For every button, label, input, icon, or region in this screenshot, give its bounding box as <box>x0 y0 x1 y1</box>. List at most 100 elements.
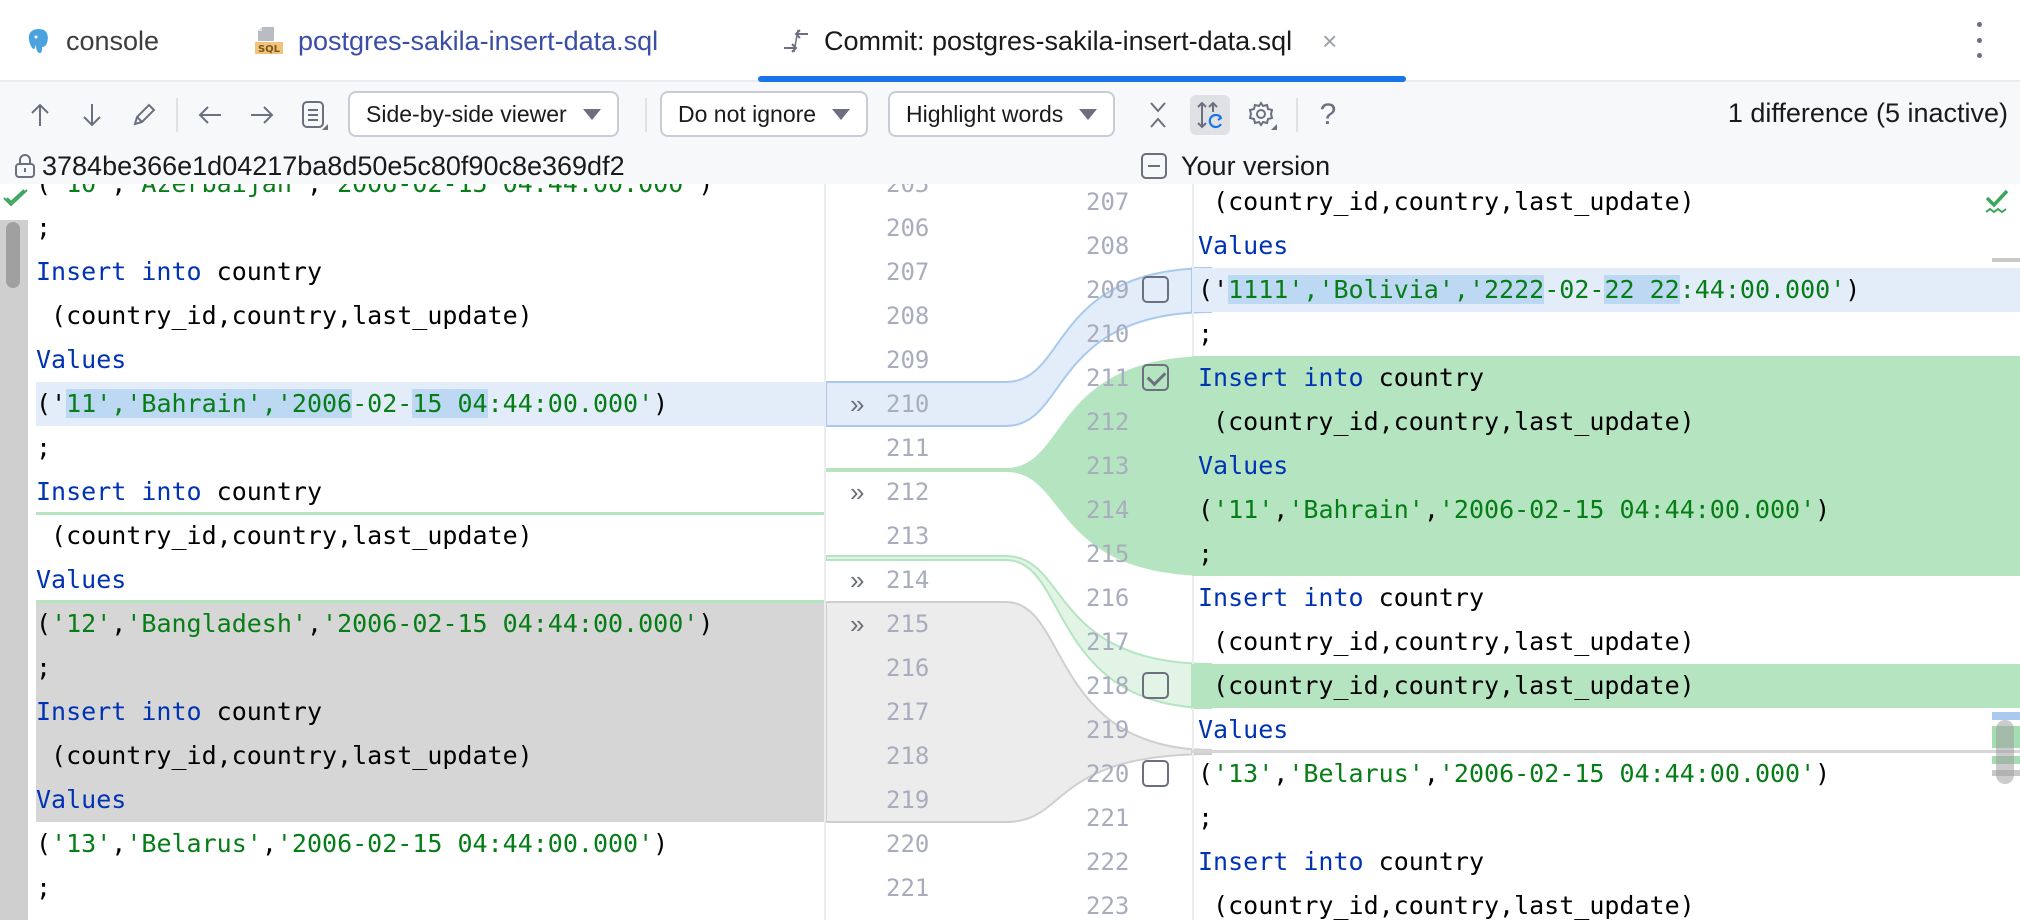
code-line: Values <box>36 558 126 602</box>
keyword-token: Values <box>36 785 127 814</box>
code-token: (country_id,country,last_update) <box>1198 627 1695 656</box>
apply-change-arrow-icon[interactable]: » <box>850 558 864 602</box>
tab-console-label: console <box>66 25 160 56</box>
code-line: (country_id,country,last_update) <box>1198 184 1695 224</box>
code-token: ; <box>36 433 52 462</box>
keyword-token: into <box>1303 583 1364 612</box>
keyword-token: into <box>1303 363 1364 392</box>
keyword-token: Values <box>1198 451 1289 480</box>
code-line: Values <box>36 778 126 822</box>
code-line: ('11','Bahrain','2006-02-15 04:44:00.000… <box>1198 488 1830 532</box>
code-token: (country_id,country,last_update) <box>1198 187 1695 216</box>
line-number: 207 <box>1086 188 1130 216</box>
right-scrollbar-thumb[interactable] <box>1996 720 2014 784</box>
left-scrollbar-thumb[interactable] <box>6 222 20 288</box>
include-change-checkbox[interactable] <box>1142 760 1169 787</box>
code-line: (country_id,country,last_update) <box>1198 400 1695 444</box>
settings-gear-icon[interactable] <box>1242 95 1282 135</box>
tab-commit-diff[interactable]: Commit: postgres-sakila-insert-data.sql … <box>782 0 1337 82</box>
line-number: 209 <box>886 346 930 374</box>
code-line: ; <box>36 866 51 910</box>
include-change-checkbox-checked[interactable] <box>1142 364 1169 391</box>
code-line: ; <box>36 646 51 690</box>
close-tab-icon[interactable]: × <box>1322 26 1337 57</box>
code-line: Insert into country <box>36 470 322 514</box>
line-number: 212 <box>886 478 930 506</box>
viewer-mode-dropdown[interactable]: Side-by-side viewer <box>348 91 619 137</box>
inspection-ok-icon <box>1984 188 2010 221</box>
collapse-unchanged-icon[interactable] <box>1138 95 1178 135</box>
next-difference-icon[interactable] <box>72 95 112 135</box>
right-line-numbers: 207 208 209 210 211 212 213 214 215 216 217 218 219 2… <box>1060 184 1192 920</box>
code-line: Insert into country <box>1198 576 1484 620</box>
include-change-checkbox[interactable] <box>1142 276 1169 303</box>
code-token: ( <box>36 184 51 198</box>
code-token: ) <box>1815 759 1831 788</box>
code-line: Values <box>36 338 126 382</box>
apply-change-arrow-icon[interactable]: » <box>850 602 864 646</box>
difference-count: 1 difference (5 inactive) <box>1727 98 2008 128</box>
code-token: ) <box>698 609 714 638</box>
help-icon[interactable]: ? <box>1308 95 1348 135</box>
code-line: (country_id,country,last_update) <box>36 734 533 778</box>
file-list-icon[interactable] <box>294 95 334 135</box>
code-token: (country_id,country,last_update) <box>1198 407 1695 436</box>
line-number: 210 <box>1086 320 1130 348</box>
code-token: ; <box>1198 319 1214 348</box>
keyword-token: into <box>141 697 202 726</box>
code-token: , <box>1273 495 1289 524</box>
code-line: ('1111','Bolivia','2222-02-22 22:44:00.0… <box>1198 268 1860 312</box>
code-line: (country_id,country,last_update) <box>1198 884 1695 920</box>
string-token: '2006-02-15 04:44:00.000' <box>1438 495 1816 524</box>
left-scrollbar[interactable] <box>0 220 28 920</box>
sync-scroll-icon[interactable] <box>1190 95 1230 135</box>
previous-difference-icon[interactable] <box>20 95 60 135</box>
code-line: ('13','Belarus','2006-02-15 04:44:00.000… <box>1198 752 1830 796</box>
line-number: 211 <box>1086 364 1130 392</box>
scroll-mark <box>1992 258 2020 262</box>
ignore-whitespace-dropdown[interactable]: Do not ignore <box>660 91 869 137</box>
code-token: ( <box>36 389 52 418</box>
apply-change-arrow-icon[interactable]: » <box>850 382 864 426</box>
previous-file-icon[interactable] <box>190 95 230 135</box>
inspection-ok-icon <box>2 188 30 213</box>
more-options-icon[interactable] <box>1974 22 1984 58</box>
code-token: ) <box>1815 495 1831 524</box>
line-number: 208 <box>1086 232 1130 260</box>
line-number: 223 <box>1086 892 1130 920</box>
code-line: ('10','Azerbaijan','2006-02-15 04:44:00.… <box>36 184 713 206</box>
keyword-token: Insert <box>36 697 127 726</box>
edit-source-icon[interactable] <box>124 95 164 135</box>
changed-word-token: 22 22 <box>1604 275 1680 304</box>
code-token: , <box>111 184 126 198</box>
code-token: , <box>261 829 277 858</box>
line-number: 221 <box>1086 804 1130 832</box>
apply-change-arrow-icon[interactable]: » <box>850 470 864 514</box>
exclude-all-checkbox[interactable] <box>1141 153 1167 179</box>
code-token: , <box>1423 495 1439 524</box>
code-token: (country_id,country,last_update) <box>36 521 533 550</box>
string-token: '11' <box>1213 495 1274 524</box>
highlight-mode-dropdown[interactable]: Highlight words <box>888 91 1116 137</box>
string-token: '13' <box>1213 759 1274 788</box>
code-token: ) <box>653 389 669 418</box>
keyword-token: into <box>1303 847 1364 876</box>
keyword-token: into <box>141 477 202 506</box>
line-number: 212 <box>1086 408 1130 436</box>
changed-word-token: 11 <box>66 389 97 418</box>
tab-console[interactable]: console <box>26 0 159 82</box>
tab-commit-diff-label: Commit: postgres-sakila-insert-data.sql <box>824 25 1293 56</box>
right-editor-pane[interactable]: (country_id,country,last_update) Values ('… <box>1192 184 2020 920</box>
include-change-checkbox[interactable] <box>1142 672 1169 699</box>
string-token: 'Azerbaijan' <box>126 184 307 198</box>
code-line: ; <box>1198 796 1213 840</box>
code-token: (country_id,country,last_update) <box>1198 671 1695 700</box>
tab-sql-file[interactable]: SQL postgres-sakila-insert-data.sql <box>254 0 658 82</box>
line-number: 220 <box>886 830 930 858</box>
code-token: country <box>1363 847 1485 876</box>
postgres-elephant-icon <box>26 27 52 55</box>
next-file-icon[interactable] <box>242 95 282 135</box>
toolbar-separator <box>176 98 178 132</box>
